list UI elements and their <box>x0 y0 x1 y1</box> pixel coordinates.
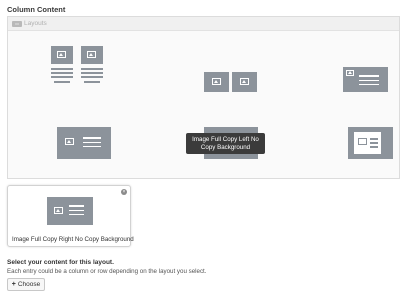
image-icon <box>212 78 221 85</box>
layout-thumb <box>348 127 393 159</box>
choose-button-label: Choose <box>17 281 41 288</box>
layout-option-image-left-copy-banner[interactable] <box>343 67 388 92</box>
layout-thumb <box>204 72 229 92</box>
selected-layout-label: Image Full Copy Right No Copy Background <box>12 236 134 243</box>
layout-option-image-copy-background[interactable] <box>348 127 393 159</box>
choose-button[interactable]: + Choose <box>7 278 45 291</box>
section-title: Column Content <box>7 5 66 14</box>
picker-header: ▭ Layouts <box>8 17 399 31</box>
image-icon <box>54 207 63 214</box>
image-icon <box>358 138 367 145</box>
layouts-icon: ▭ <box>12 20 22 27</box>
layout-thumb <box>232 72 257 92</box>
remove-icon[interactable]: × <box>121 189 127 195</box>
layout-thumb <box>51 46 73 64</box>
layout-option-two-column-image-copy[interactable] <box>50 46 108 90</box>
selected-layout-card[interactable]: × Image Full Copy Right No Copy Backgrou… <box>7 185 134 247</box>
layout-option-two-image-row[interactable] <box>204 72 258 92</box>
layout-tooltip: Image Full Copy Left No Copy Background <box>186 133 265 154</box>
image-icon <box>57 51 66 58</box>
help-text: Each entry could be a column or row depe… <box>7 268 207 275</box>
plus-icon: + <box>11 281 16 288</box>
help-title: Select your content for this layout. <box>7 259 114 266</box>
image-icon <box>240 78 249 85</box>
layout-thumb <box>343 67 388 92</box>
image-icon <box>65 138 74 145</box>
layout-thumb <box>81 46 103 64</box>
layout-picker[interactable]: ▭ Layouts <box>7 16 400 179</box>
image-icon <box>346 70 354 76</box>
layout-grid <box>8 32 399 178</box>
selected-layout-thumb <box>47 197 93 225</box>
layout-option-image-copy-right[interactable] <box>57 127 111 159</box>
layout-thumb <box>57 127 111 159</box>
picker-header-label: Layouts <box>24 20 47 27</box>
image-icon <box>87 51 96 58</box>
